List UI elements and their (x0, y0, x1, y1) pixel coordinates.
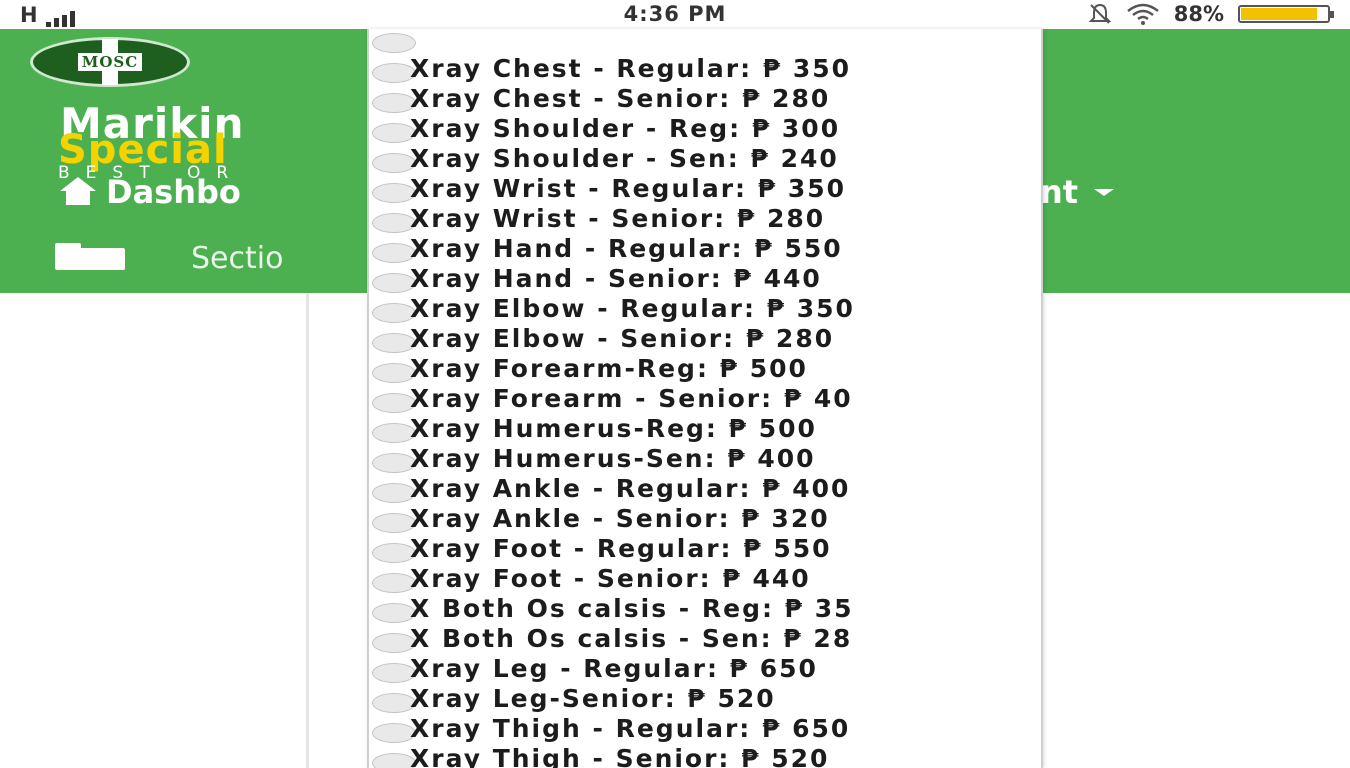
option-label: X Both Os calsis - Sen: ₱ 28 (410, 623, 853, 653)
list-item[interactable]: Xray Hand - Regular: ₱ 550 (369, 233, 1041, 263)
option-label: Xray Chest - Senior: ₱ 280 (410, 83, 831, 113)
home-icon (60, 177, 96, 207)
option-label: Xray Elbow - Senior: ₱ 280 (410, 323, 835, 353)
list-item[interactable]: Xray Forearm-Reg: ₱ 500 (369, 353, 1041, 383)
option-label: Xray Forearm - Senior: ₱ 40 (410, 383, 853, 413)
wifi-icon (1126, 3, 1159, 25)
battery-fill (1241, 8, 1317, 20)
option-label: X Both Os calsis - Reg: ₱ 35 (410, 593, 854, 623)
hospital-logo[interactable]: MOSC (30, 37, 190, 87)
chevron-down-icon (1094, 188, 1115, 196)
list-item[interactable]: Xray Forearm - Senior: ₱ 40 (369, 383, 1041, 413)
list-item[interactable]: Xray Shoulder - Reg: ₱ 300 (369, 113, 1041, 143)
option-label: Xray Humerus-Sen: ₱ 400 (410, 443, 816, 473)
list-item[interactable]: Xray Humerus-Reg: ₱ 500 (369, 413, 1041, 443)
list-item[interactable]: Xray Humerus-Sen: ₱ 400 (369, 443, 1041, 473)
option-label: Xray Elbow - Regular: ₱ 350 (410, 293, 855, 323)
option-label: Xray Hand - Senior: ₱ 440 (410, 263, 822, 293)
list-item[interactable]: Xray Chest - Senior: ₱ 280 (369, 83, 1041, 113)
battery-icon (1238, 5, 1334, 23)
list-item[interactable]: Xray Ankle - Senior: ₱ 320 (369, 503, 1041, 533)
option-label: Xray Foot - Senior: ₱ 440 (410, 563, 811, 593)
option-label: Xray Humerus-Reg: ₱ 500 (410, 413, 817, 443)
nav-section[interactable]: Sectio (55, 241, 283, 276)
option-label: Xray Thigh - Senior: ₱ 520 (410, 743, 830, 768)
option-label: Xray Thigh - Regular: ₱ 650 (410, 713, 851, 743)
list-item[interactable]: Xray Foot - Regular: ₱ 550 (369, 533, 1041, 563)
list-item[interactable]: Xray Wrist - Senior: ₱ 280 (369, 203, 1041, 233)
folder-icon (55, 242, 125, 270)
option-label: Xray Leg-Senior: ₱ 520 (410, 683, 776, 713)
list-item[interactable]: Xray Foot - Senior: ₱ 440 (369, 563, 1041, 593)
option-label: Xray Hand - Regular: ₱ 550 (410, 233, 843, 263)
option-label: Xray Shoulder - Reg: ₱ 300 (410, 113, 841, 143)
list-item[interactable]: X Both Os calsis - Sen: ₱ 28 (369, 623, 1041, 653)
list-item[interactable]: Xray Elbow - Senior: ₱ 280 (369, 323, 1041, 353)
option-label: Xray Leg - Regular: ₱ 650 (410, 653, 818, 683)
radio-button[interactable] (372, 33, 416, 53)
service-dropdown-list[interactable]: Xray Chest - Regular: ₱ 350 Xray Chest -… (367, 29, 1043, 768)
list-item[interactable]: Xray Hand - Senior: ₱ 440 (369, 263, 1041, 293)
list-item[interactable]: X Both Os calsis - Reg: ₱ 35 (369, 593, 1041, 623)
option-label: Xray Forearm-Reg: ₱ 500 (410, 353, 808, 383)
list-item[interactable]: Xray Wrist - Regular: ₱ 350 (369, 173, 1041, 203)
option-label: Xray Foot - Regular: ₱ 550 (410, 533, 832, 563)
nav-account-label: nt (1040, 173, 1079, 211)
nav-dashboard[interactable]: Dashbo (60, 173, 241, 211)
option-label: Xray Ankle - Senior: ₱ 320 (410, 503, 830, 533)
option-label: Xray Wrist - Regular: ₱ 350 (410, 173, 847, 203)
option-label: Xray Wrist - Senior: ₱ 280 (410, 203, 826, 233)
list-item[interactable]: Xray Elbow - Regular: ₱ 350 (369, 293, 1041, 323)
list-item[interactable]: Xray Leg - Regular: ₱ 650 (369, 653, 1041, 683)
option-label: Xray Shoulder - Sen: ₱ 240 (410, 143, 839, 173)
list-item[interactable]: Xray Thigh - Senior: ₱ 520 (369, 743, 1041, 768)
list-item[interactable]: Xray Leg-Senior: ₱ 520 (369, 683, 1041, 713)
option-label: Xray Ankle - Regular: ₱ 400 (410, 473, 851, 503)
list-item[interactable]: Xray Ankle - Regular: ₱ 400 (369, 473, 1041, 503)
bell-muted-icon (1088, 3, 1112, 24)
nav-account-menu[interactable]: nt (1040, 173, 1115, 211)
nav-section-label: Sectio (191, 241, 284, 276)
nav-dashboard-label: Dashbo (106, 173, 241, 211)
logo-text: MOSC (77, 53, 143, 71)
list-item-partial[interactable] (369, 29, 1041, 53)
list-item[interactable]: Xray Thigh - Regular: ₱ 650 (369, 713, 1041, 743)
status-right: 88% (1088, 2, 1334, 26)
status-bar: H 4:36 PM 88% (0, 0, 1350, 29)
option-label: Xray Chest - Regular: ₱ 350 (410, 53, 852, 83)
list-item[interactable]: Xray Shoulder - Sen: ₱ 240 (369, 143, 1041, 173)
list-item[interactable]: Xray Chest - Regular: ₱ 350 (369, 53, 1041, 83)
battery-percent: 88% (1173, 2, 1224, 26)
